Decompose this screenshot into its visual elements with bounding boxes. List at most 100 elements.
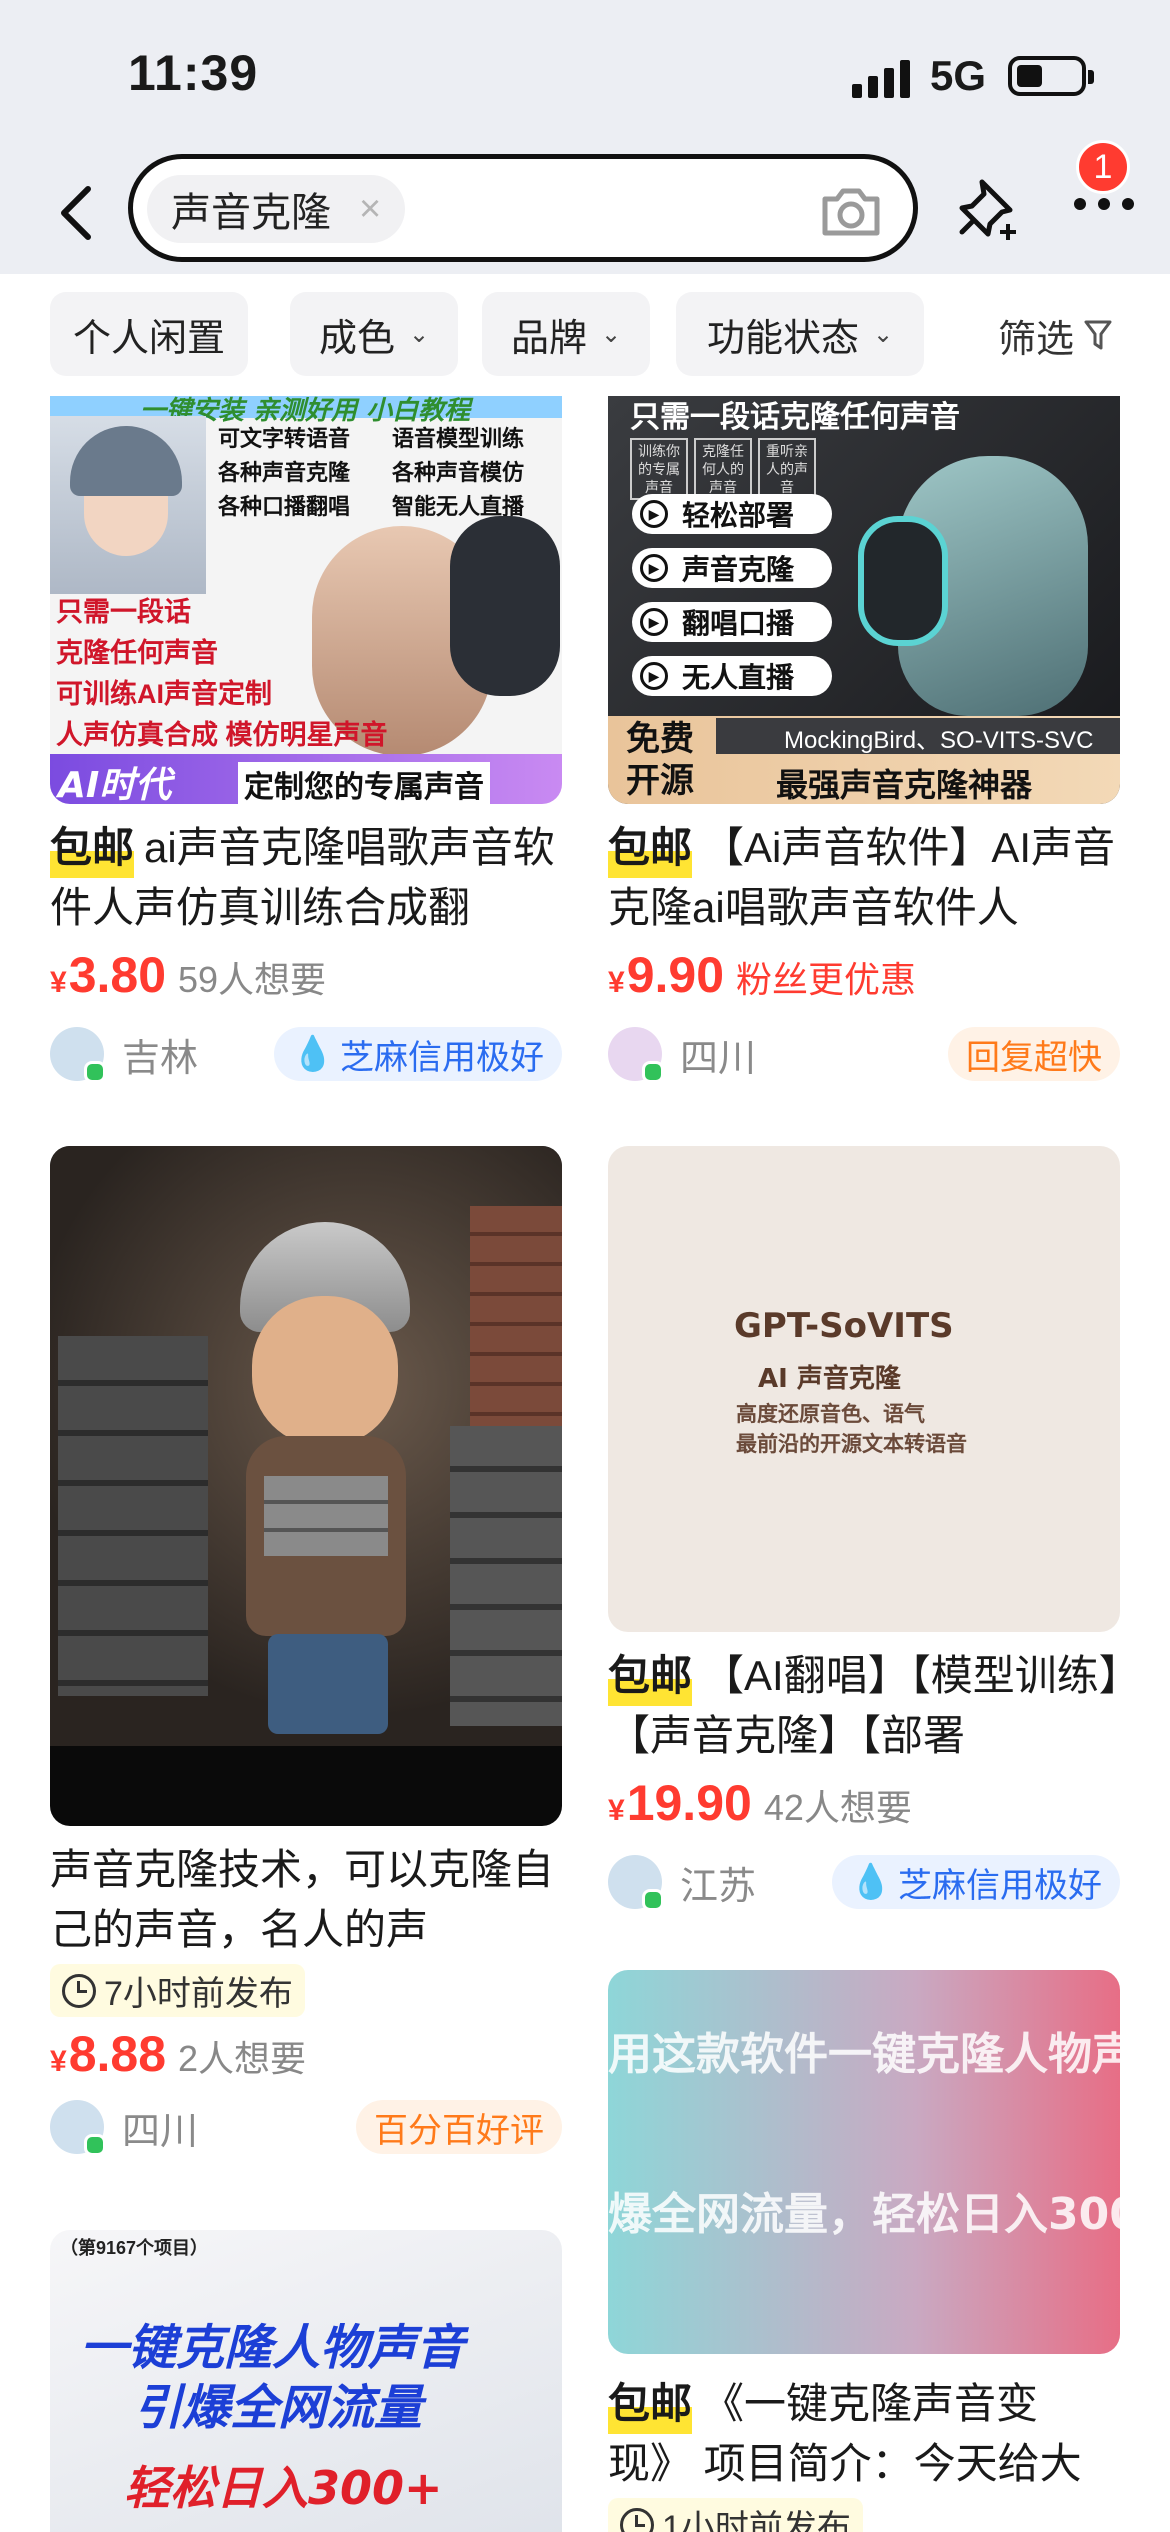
avatar[interactable] [50,1027,106,1083]
back-icon[interactable] [46,178,106,248]
free-shipping-tag: 包邮 [50,818,135,878]
chevron-down-icon: ⌄ [408,320,430,348]
product-card[interactable]: 只需一段话克隆任何声音 训练你的专属声音 克隆任何人的声音 重听亲人的声音 ▶ 轻… [608,396,1120,1084]
poster-line: 引爆全网流量 [134,2380,423,2436]
product-image[interactable]: 只需一段话克隆任何声音 训练你的专属声音 克隆任何人的声音 重听亲人的声音 ▶ 轻… [608,396,1120,804]
poster-slogan: 最强声音克隆神器 [776,766,1033,804]
seller-row[interactable]: 吉林 💧 芝麻信用极好 [50,1024,562,1084]
poster-title: 只需一段话克隆任何声音 [630,400,960,435]
poster-free-open: 免费开源 [626,719,694,801]
camera-icon[interactable] [819,181,883,241]
credit-badge: 💧 芝麻信用极好 [831,1855,1120,1909]
seller-location: 吉林 [122,1037,199,1080]
product-image[interactable]: 一键安装 亲测好用 小白教程 可文字转语音 语音模型训练 各种声音克隆 各种声音… [50,396,562,804]
price-row: ¥3.80 59人想要 [50,946,562,1006]
fan-discount: 粉丝更优惠 [736,959,917,1000]
publish-time: 1小时前发布 [608,2498,863,2532]
filter-screen-button[interactable]: 筛选 [998,308,1112,363]
poster-button-text: 翻唱口播 [682,608,795,639]
filter-label: 成色 [318,317,395,360]
price-value: 19.90 [626,1775,752,1831]
signal-icon [852,58,914,98]
product-card[interactable]: 声音克隆技术，可以克隆自己的声音，名人的声 7小时前发布 ¥8.88 2人想要 … [50,1146,562,2157]
battery-icon [1008,56,1094,96]
pin-add-icon[interactable] [958,174,1024,244]
product-image[interactable]: 用这款软件一键克隆人物声 爆全网流量，轻松日入300 [608,1970,1120,2354]
filter-funnel-icon [1084,320,1112,349]
free-shipping-tag: 包邮 [608,1646,693,1706]
product-card[interactable]: GPT-SoVITS AI 声音克隆 高度还原音色、语气 最前沿的开源文本转语音… [608,1146,1120,1912]
more-icon[interactable] [1074,196,1136,216]
chevron-down-icon: ⌄ [600,320,622,348]
free-shipping-tag: 包邮 [608,2374,693,2434]
currency-symbol: ¥ [608,966,625,999]
product-title: 包邮 【Ai声音软件】AI声音克隆ai唱歌声音软件人 [608,818,1120,938]
rating-badge: 百分百好评 [356,2100,562,2154]
product-card[interactable]: 一键安装 亲测好用 小白教程 可文字转语音 语音模型训练 各种声音克隆 各种声音… [50,396,562,1084]
product-image[interactable]: GPT-SoVITS AI 声音克隆 高度还原音色、语气 最前沿的开源文本转语音 [608,1146,1120,1632]
poster-line: 轻松日入300+ [124,2461,443,2515]
headphone-image [858,516,948,646]
poster-feature: 各种口播翻唱 [218,494,351,519]
want-count: 59人想要 [178,959,327,1000]
currency-symbol: ¥ [608,1794,625,1827]
poster-line: 爆全网流量，轻松日入300 [608,2189,1120,2240]
filter-condition[interactable]: 成色 ⌄ [290,292,458,376]
poster-feature: 智能无人直播 [392,494,525,519]
poster-title: GPT-SoVITS [734,1306,954,1346]
status-time: 11:39 [128,45,259,101]
headphone-image [450,516,560,696]
filter-brand[interactable]: 品牌 ⌄ [482,292,650,376]
product-card[interactable]: （第9167个项目） 一键克隆人物声音 引爆全网流量 轻松日入300+ [50,2230,562,2532]
network-type: 5G [930,52,987,99]
clock-icon [62,1973,96,2008]
avatar[interactable] [608,1027,664,1083]
child-pants-image [268,1634,388,1734]
seller-row[interactable]: 江苏 💧 芝麻信用极好 [608,1852,1120,1912]
poster-button-text: 声音克隆 [682,554,795,585]
poster-slogan: 定制您的专属声音 [238,762,490,804]
play-icon: ▶ [640,554,668,582]
product-card[interactable]: 用这款软件一键克隆人物声 爆全网流量，轻松日入300 包邮 《一键克隆声音变现》 … [608,1970,1120,2532]
credit-badge-text: 芝麻信用极好 [898,1866,1102,1905]
price-value: 9.90 [626,947,725,1003]
poster-line: 可训练AI声音定制 [56,679,272,709]
poster-button: ▶ 轻松部署 [632,494,832,534]
filter-bar: 个人闲置 成色 ⌄ 品牌 ⌄ 功能状态 ⌄ 筛选 [0,274,1170,396]
filter-personal-idle[interactable]: 个人闲置 [50,292,248,376]
search-query-chip[interactable]: 声音克隆 × [147,175,406,243]
avatar[interactable] [608,1855,664,1911]
product-price: ¥9.90 [608,946,724,1004]
poster-button: ▶ 声音克隆 [632,548,832,588]
seller-row[interactable]: 四川 百分百好评 [50,2097,562,2157]
poster-button-text: 轻松部署 [682,500,795,531]
product-price: ¥19.90 [608,1774,752,1832]
seller-row[interactable]: 四川 回复超快 [608,1024,1120,1084]
seller-location: 四川 [680,1037,757,1080]
clear-chip-icon[interactable]: × [359,188,381,231]
poster-button: ▶ 无人直播 [632,656,832,696]
filter-function-state[interactable]: 功能状态 ⌄ [676,292,924,376]
poster-line: 高度还原音色、语气 [736,1403,925,1426]
price-row: ¥19.90 42人想要 [608,1774,1120,1834]
play-icon: ▶ [640,662,668,690]
poster-feature: 各种声音克隆 [218,460,351,485]
product-feed[interactable]: 一键安装 亲测好用 小白教程 可文字转语音 语音模型训练 各种声音克隆 各种声音… [0,396,1170,2532]
avatar[interactable] [50,2100,106,2156]
flame-icon: 💧 [849,1863,892,1901]
price-value: 8.88 [68,2026,167,2082]
search-input[interactable]: 声音克隆 × [128,154,918,262]
currency-symbol: ¥ [50,2045,67,2078]
product-image[interactable]: （第9167个项目） 一键克隆人物声音 引爆全网流量 轻松日入300+ [50,2230,562,2532]
product-image[interactable] [50,1146,562,1826]
filter-label: 个人闲置 [72,317,225,360]
product-title: 包邮 《一键克隆声音变现》 项目简介：今天给大 [608,2374,1120,2494]
poster-button: ▶ 翻唱口播 [632,602,832,642]
publish-time: 7小时前发布 [50,1964,305,2017]
poster-feature: 语音模型训练 [392,426,525,451]
product-price: ¥8.88 [50,2025,166,2083]
product-price: ¥3.80 [50,946,166,1004]
brick-stack [450,1426,562,1726]
poster-line: 人声仿真合成 模仿明星声音 [56,720,388,750]
poster-models: MockingBird、SO-VITS-SVC [784,727,1094,754]
